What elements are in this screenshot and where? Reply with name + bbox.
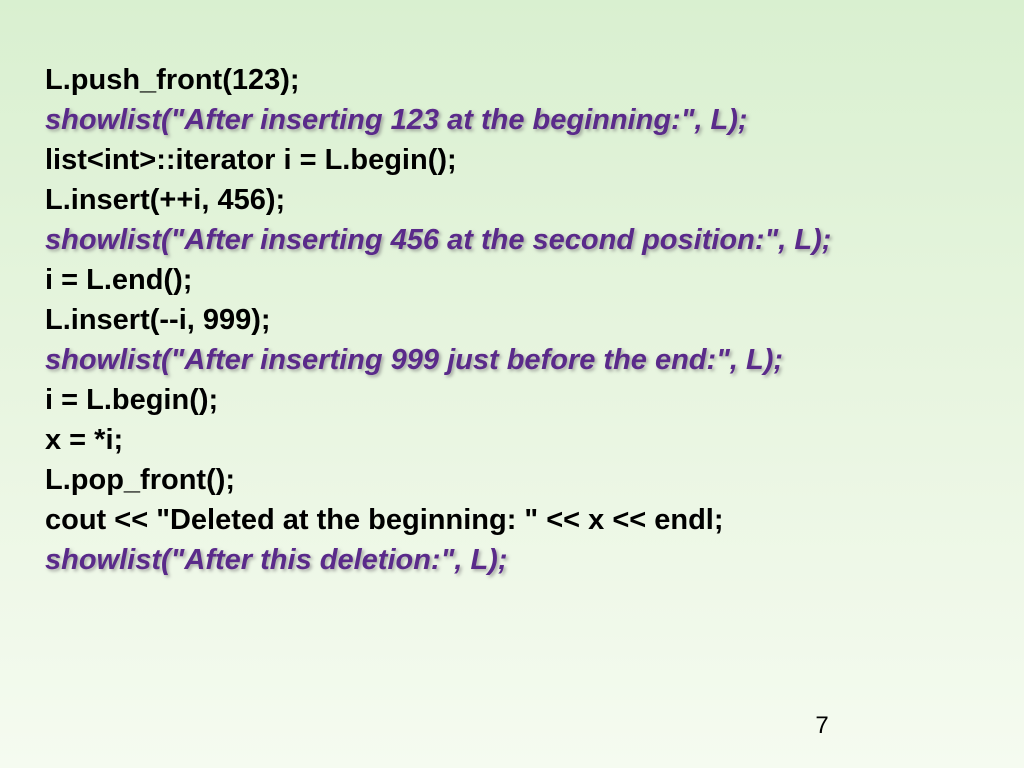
slide-content: L.push_front(123); showlist("After inser… [0,0,1024,580]
page-number: 7 [0,712,1024,740]
code-line: showlist("After inserting 123 at the beg… [45,100,979,140]
code-line: i = L.begin(); [45,380,979,420]
code-line: L.insert(--i, 999); [45,300,979,340]
code-line: L.pop_front(); [45,460,979,500]
code-line: x = *i; [45,420,979,460]
code-line: L.push_front(123); [45,60,979,100]
code-line: showlist("After this deletion:", L); [45,540,979,580]
code-line: showlist("After inserting 456 at the sec… [45,220,979,260]
code-line: L.insert(++i, 456); [45,180,979,220]
code-line: i = L.end(); [45,260,979,300]
code-line: showlist("After inserting 999 just befor… [45,340,979,380]
code-line: list<int>::iterator i = L.begin(); [45,140,979,180]
code-line: cout << "Deleted at the beginning: " << … [45,500,979,540]
